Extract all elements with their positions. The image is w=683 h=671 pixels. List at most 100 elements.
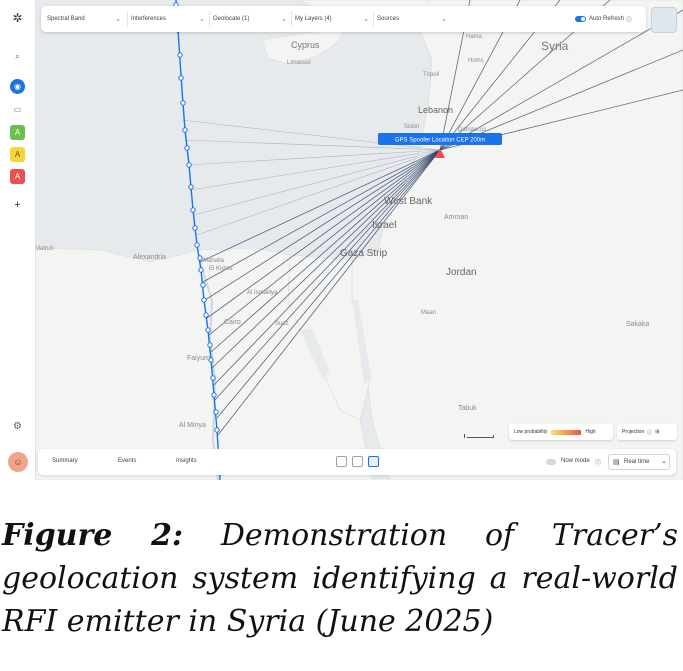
real-time-label: Real time [624,459,650,465]
place-label: Tabuk [458,405,477,412]
grid-icon[interactable]: ⊞ [655,429,659,435]
interferences-dropdown[interactable]: Interferences ⌄ [131,6,211,32]
track-point[interactable] [201,297,207,303]
layer-a-green-icon[interactable]: A [10,125,25,140]
sources-dropdown[interactable]: Sources ⌄ [377,6,453,32]
geolocate-dropdown[interactable]: Geolocate (1) ⌄ [213,6,293,32]
map-canvas[interactable]: Syria Hama Homs Tripoli Lebanon Sidon Damascus… [0,0,683,480]
figure-label: Figure 2: [2,518,184,553]
avatar[interactable]: ☺ [8,452,28,472]
probability-legend: Low probability High [509,424,613,440]
place-label: Faiyum [187,355,210,362]
place-label: Maan [421,310,436,316]
track-point[interactable] [198,267,204,273]
emitter-callout[interactable]: GPS Spoofer Location CEP 200m [378,133,502,145]
auto-refresh-toggle[interactable]: Auto Refresh ⓘ [575,13,632,25]
info-icon: ⓘ [595,461,602,467]
place-label: Sidon [404,124,419,130]
basemap-thumbnail[interactable] [651,7,677,33]
spectral-band-dropdown[interactable]: Spectral Band ⌄ [47,6,127,32]
legend-high-label: High [585,429,596,435]
track-point[interactable] [177,52,183,58]
place-label: Tripoli [423,72,439,78]
globe-icon[interactable]: ◉ [10,79,25,94]
search-icon[interactable]: ⌕ [10,49,25,64]
divider [209,11,210,27]
now-mode-label: Now mode [561,458,590,464]
auto-refresh-label: Auto Refresh [589,16,625,22]
track-point[interactable] [190,207,196,213]
filter-bar: Spectral Band ⌄ Interferences ⌄ Geolocate … [41,6,646,32]
place-label: Limassol [287,60,311,66]
track-point[interactable] [188,184,194,190]
chevron-down-icon: ⌄ [441,16,447,23]
layer-a-red-icon[interactable]: A [10,169,25,184]
toggle-switch[interactable] [575,16,586,22]
place-label: Jordan [446,267,477,278]
chevron-down-icon: ⌄ [281,16,287,23]
divider [291,11,292,27]
place-label: Homs [468,58,484,64]
track-point[interactable] [214,427,220,433]
bottom-bar: Summary Events Insights Now mode ⓘ ▤ Rea… [38,449,676,475]
app-logo-icon: ✲ [12,10,23,25]
track-point[interactable] [200,282,206,288]
track-point[interactable] [203,312,209,318]
place-label: Matruh [35,246,54,252]
place-label: West Bank [384,196,433,207]
track-point[interactable] [180,100,186,106]
projection-label: Projection [622,429,645,435]
place-label: Alexandria [133,254,166,261]
real-time-dropdown[interactable]: ▤ Real time ⌄ [608,454,670,470]
place-label: Al Ismailiya [247,290,278,296]
track-point[interactable] [186,162,192,168]
folder-icon[interactable]: ▭ [10,102,25,117]
track-point[interactable] [211,392,217,398]
legend-gradient [551,429,582,435]
track-point[interactable] [192,225,198,231]
place-label: Israel [372,220,396,231]
place-label: Cairo [224,319,241,326]
projection-control[interactable]: Projection ⓘ ⊞ [617,424,677,440]
view-layout-3-button[interactable] [368,456,379,467]
track-point[interactable] [197,255,203,261]
place-label: Al Minya [179,422,206,429]
now-mode-toggle[interactable] [546,459,556,465]
calendar-icon: ▤ [613,459,620,466]
place-label: Sakaka [626,321,649,328]
chevron-down-icon: ⌄ [115,16,121,23]
chevron-down-icon: ⌄ [661,458,667,465]
view-layout-2-button[interactable] [352,456,363,467]
track-point[interactable] [194,242,200,248]
my-layers-dropdown[interactable]: My Layers (4) ⌄ [295,6,375,32]
info-icon: ⓘ [647,429,653,436]
place-label: Syria [541,39,569,53]
legend-low-label: Low probability [514,429,548,435]
tracer-app: Syria Hama Homs Tripoli Lebanon Sidon Damascus… [0,0,683,480]
place-label: Gaza Strip [340,248,388,259]
settings-icon[interactable]: ⚙ [10,419,25,434]
track-point[interactable] [182,127,188,133]
figure-caption: Figure 2: Demonstration of Tracer’s geol… [2,514,678,643]
tab-events[interactable]: Events [118,458,136,464]
scale-bar [464,434,494,438]
track-point[interactable] [207,342,213,348]
track-point[interactable] [213,409,219,415]
tab-insights[interactable]: Insights [176,458,197,464]
place-label: Cyprus [291,40,320,50]
left-sidebar: ✲ ⌕ ◉ ▭ A A A + ⚙ ☺ [0,0,36,480]
plus-icon[interactable]: + [10,197,25,212]
info-icon: ⓘ [626,17,633,24]
track-point[interactable] [210,375,216,381]
layer-a-yellow-icon[interactable]: A [10,147,25,162]
tab-summary[interactable]: Summary [52,458,78,464]
chevron-down-icon: ⌄ [363,16,369,23]
track-point[interactable] [178,75,184,81]
track-point[interactable] [184,145,190,151]
place-label: Lebanon [418,105,453,115]
place-label: Amman [444,214,468,221]
track-point[interactable] [205,327,211,333]
view-layout-1-button[interactable] [336,456,347,467]
place-label: Suez [275,321,289,327]
place-label: Damascus [458,127,486,133]
